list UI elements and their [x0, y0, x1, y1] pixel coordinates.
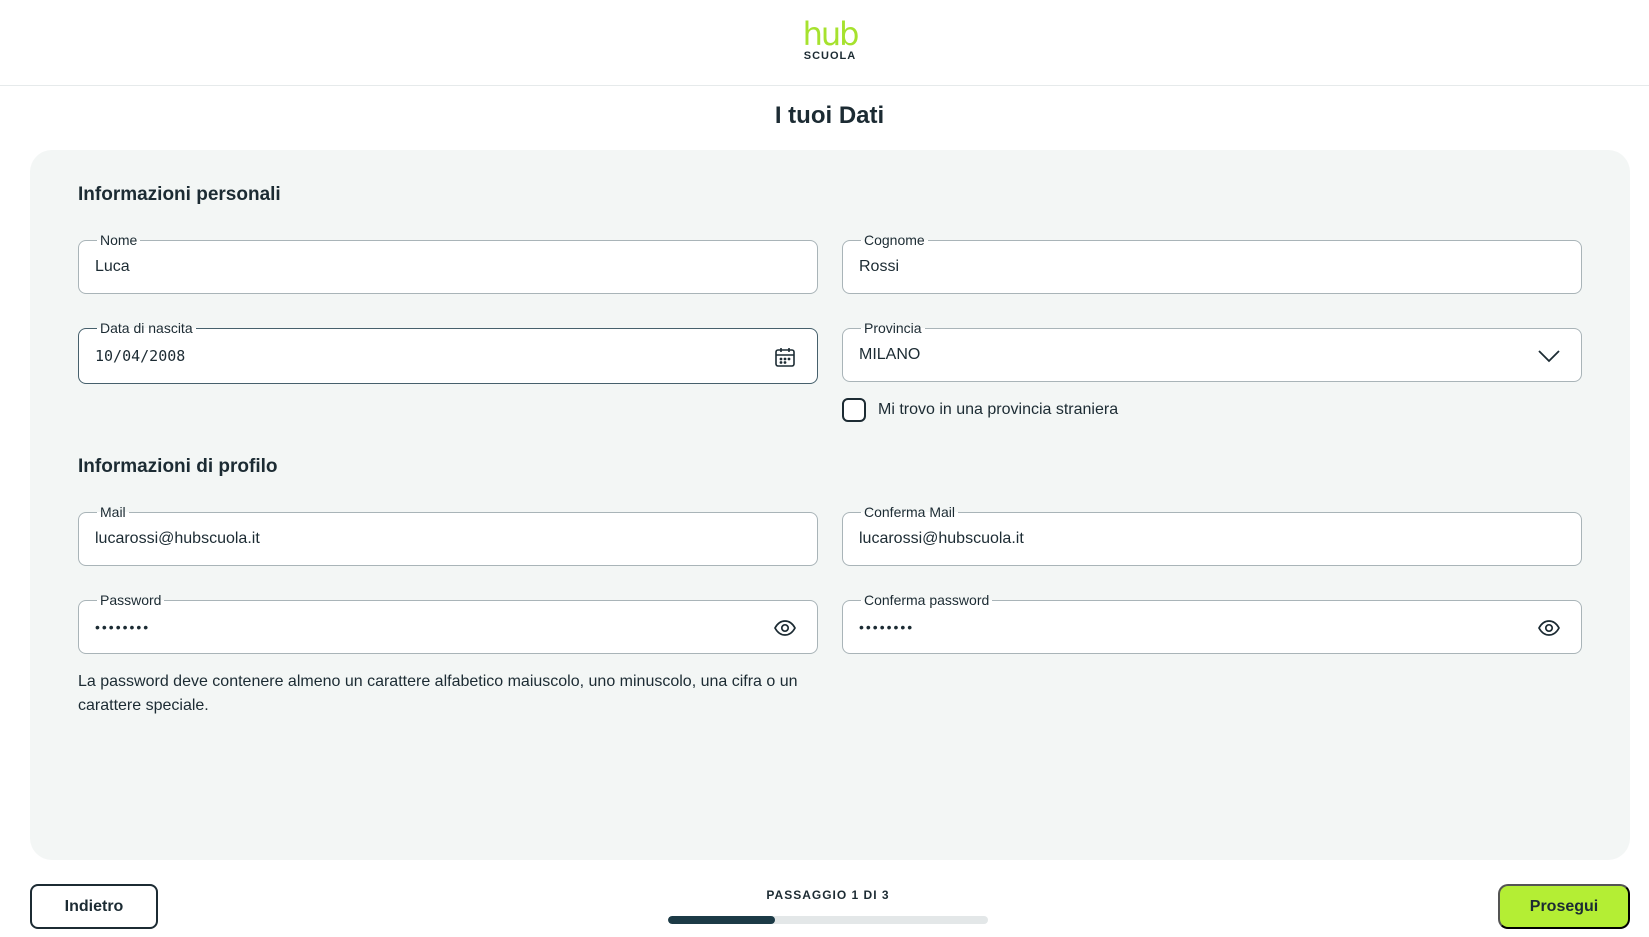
- password-label: Password: [97, 591, 165, 609]
- progress-bar-fill: [668, 916, 775, 924]
- conferma-password-field[interactable]: Conferma password ••••••••: [842, 591, 1582, 654]
- header: hub SCUOLA: [0, 0, 1649, 86]
- form-card: Informazioni personali Nome Luca Cognome…: [30, 150, 1630, 860]
- mail-value: lucarossi@hubscuola.it: [95, 530, 260, 547]
- password-hint: La password deve contenere almeno un car…: [78, 673, 798, 714]
- conferma-mail-field[interactable]: Conferma Mail lucarossi@hubscuola.it: [842, 503, 1582, 566]
- chevron-down-icon[interactable]: [1537, 344, 1561, 368]
- foreign-province-label: Mi trovo in una provincia straniera: [878, 401, 1119, 418]
- foreign-province-option[interactable]: Mi trovo in una provincia straniera: [842, 398, 1118, 422]
- foreign-province-checkbox[interactable]: [842, 398, 866, 422]
- profile-info-title: Informazioni di profilo: [78, 456, 278, 477]
- logo-sub-text: SCUOLA: [803, 50, 857, 62]
- password-value: ••••••••: [95, 619, 151, 635]
- step-indicator: PASSAGGIO 1 DI 3: [766, 888, 890, 902]
- logo-main-text: hub: [802, 15, 860, 53]
- calendar-icon[interactable]: [773, 345, 797, 369]
- conferma-password-value: ••••••••: [859, 619, 915, 635]
- provincia-select[interactable]: Provincia MILANO: [842, 319, 1582, 382]
- personal-info-title: Informazioni personali: [78, 184, 281, 205]
- back-button[interactable]: Indietro: [30, 884, 158, 929]
- nome-field[interactable]: Nome Luca: [78, 231, 818, 294]
- progress-bar: [668, 916, 988, 924]
- page-title: I tuoi Dati: [774, 102, 885, 129]
- data-nascita-label: Data di nascita: [97, 319, 196, 337]
- mail-label: Mail: [97, 503, 129, 521]
- conferma-mail-value: lucarossi@hubscuola.it: [859, 530, 1024, 547]
- nome-label: Nome: [97, 231, 141, 249]
- eye-icon[interactable]: [773, 616, 797, 640]
- cognome-field[interactable]: Cognome Rossi: [842, 231, 1582, 294]
- nome-value: Luca: [95, 258, 130, 275]
- conferma-mail-label: Conferma Mail: [861, 503, 959, 521]
- data-nascita-field[interactable]: Data di nascita 10/04/2008: [78, 319, 818, 384]
- conferma-password-label: Conferma password: [861, 591, 993, 609]
- hubscuola-logo[interactable]: hub SCUOLA: [800, 18, 860, 62]
- next-button[interactable]: Prosegui: [1498, 884, 1630, 929]
- password-field[interactable]: Password ••••••••: [78, 591, 818, 654]
- data-nascita-value: 10/04/2008: [95, 347, 186, 365]
- provincia-label: Provincia: [861, 319, 925, 337]
- cognome-value: Rossi: [859, 258, 900, 275]
- eye-icon[interactable]: [1537, 616, 1561, 640]
- mail-field[interactable]: Mail lucarossi@hubscuola.it: [78, 503, 818, 566]
- provincia-value: MILANO: [859, 346, 921, 363]
- cognome-label: Cognome: [861, 231, 928, 249]
